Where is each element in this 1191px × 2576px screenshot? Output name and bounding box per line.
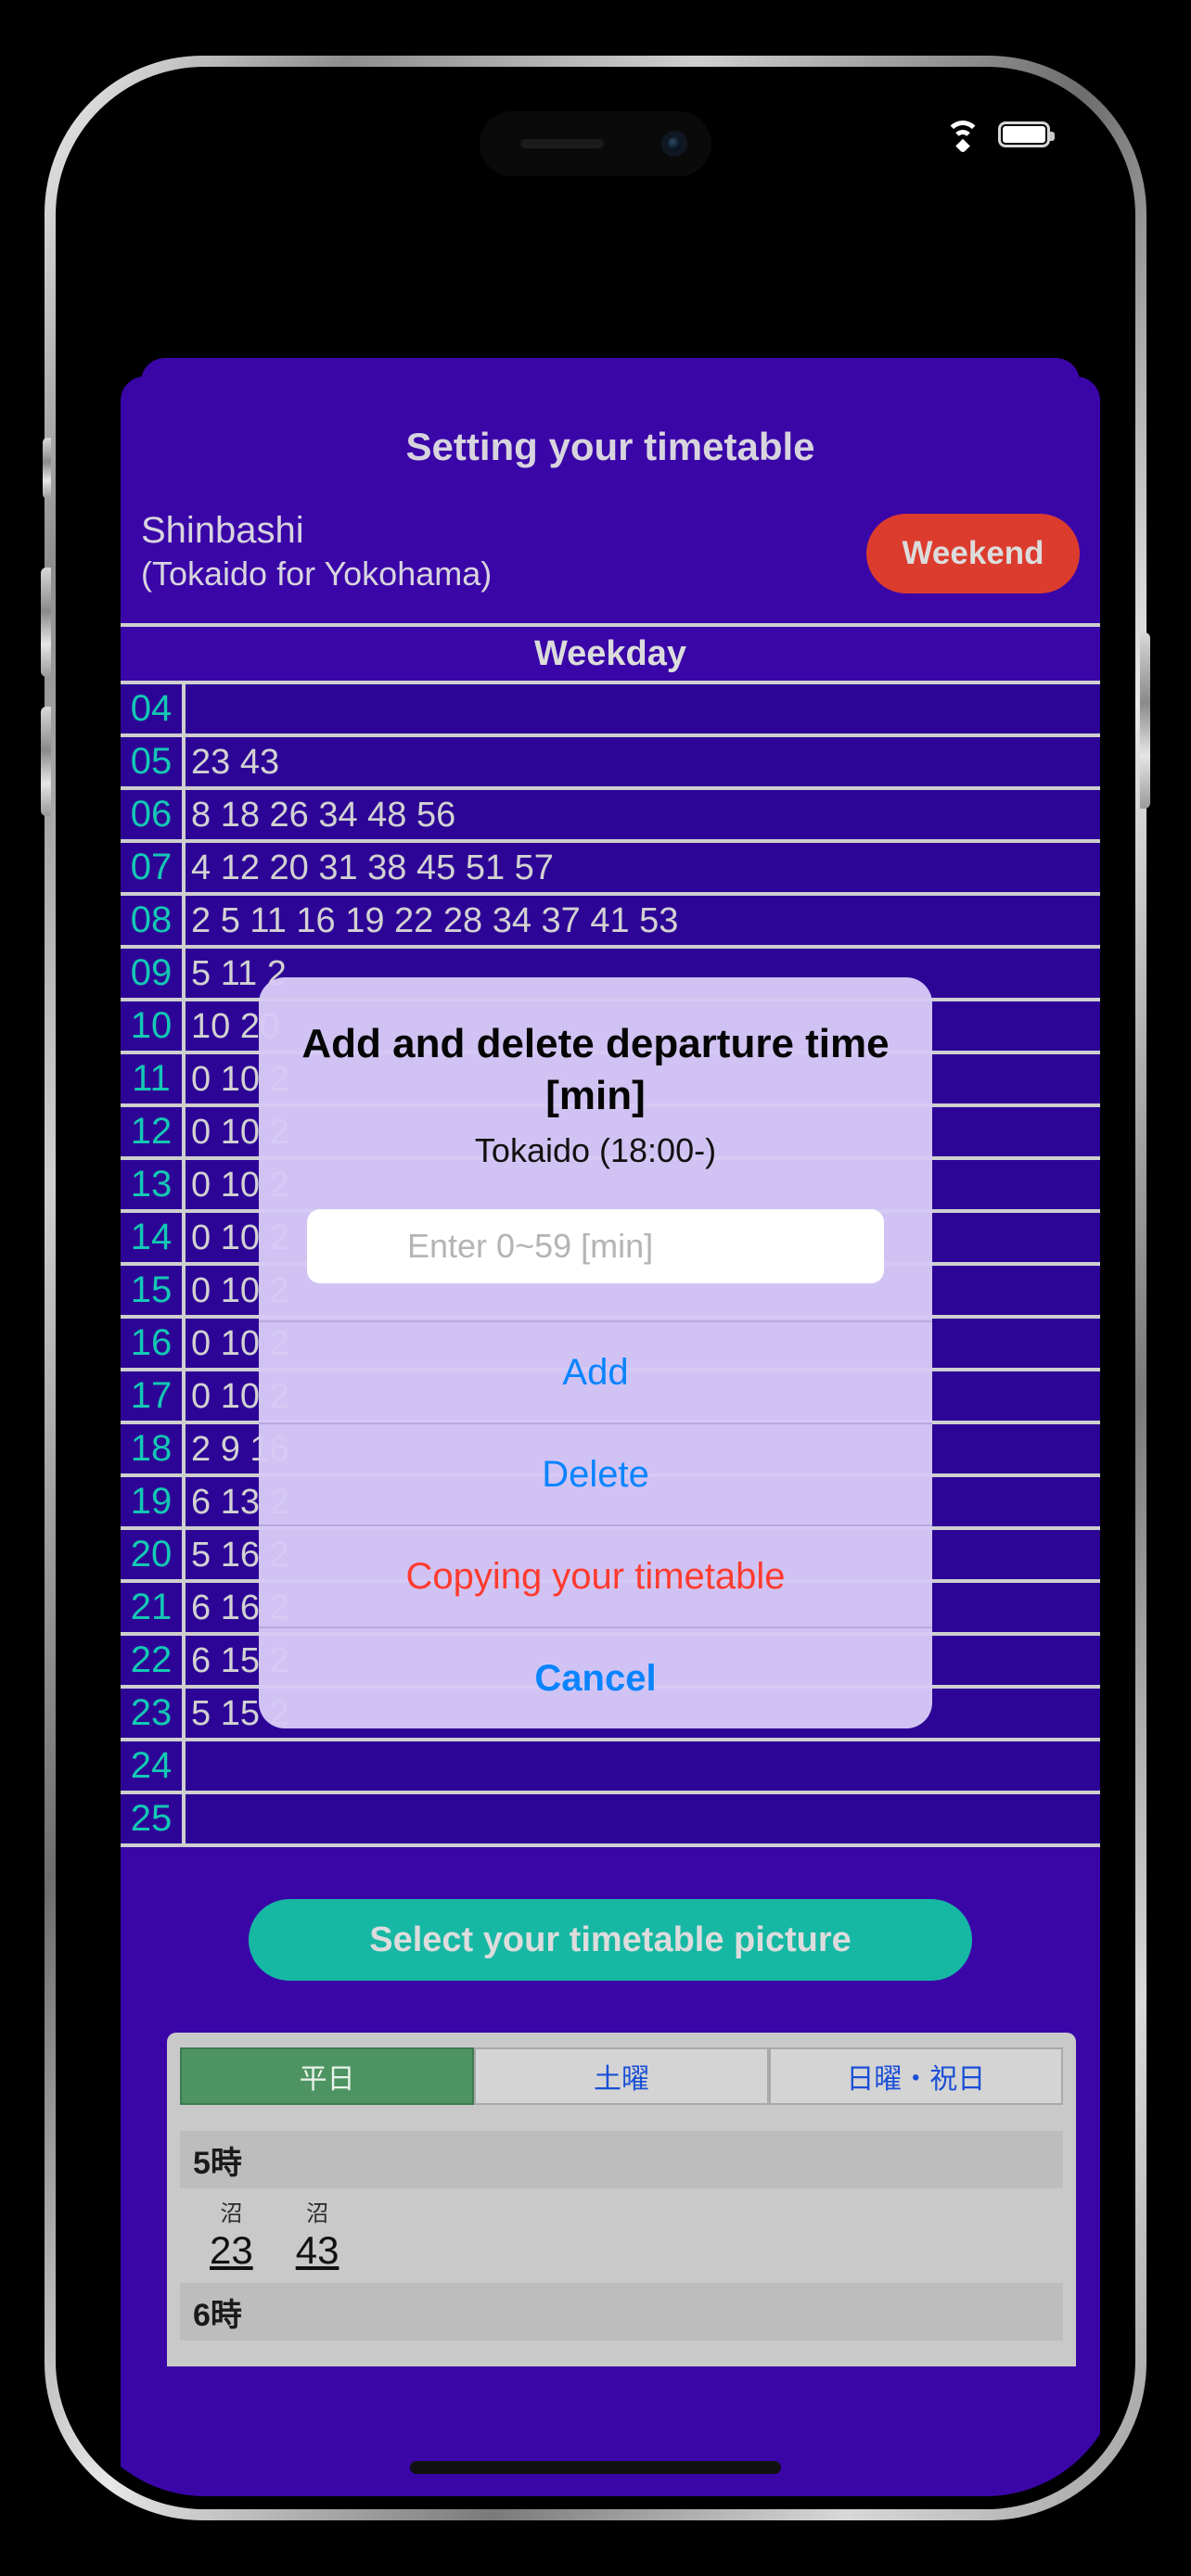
front-camera-icon xyxy=(661,131,687,157)
dialog-button-list: Add Delete Copying your timetable Cancel xyxy=(259,1320,932,1728)
status-bar xyxy=(69,80,1122,191)
dialog-overlay: Add and delete departure time [min] Toka… xyxy=(69,80,1122,2496)
volume-up-button[interactable] xyxy=(41,567,51,677)
dialog-input-container xyxy=(259,1170,932,1320)
power-button[interactable] xyxy=(1140,632,1150,809)
dialog-button-add[interactable]: Add xyxy=(259,1320,932,1422)
phone-device-frame: Setting your timetable Shinbashi (Tokaid… xyxy=(41,56,1150,2520)
silent-switch[interactable] xyxy=(43,438,51,499)
dialog-title: Add and delete departure time [min] xyxy=(301,1021,890,1118)
dialog-button-cancel[interactable]: Cancel xyxy=(259,1626,932,1728)
earpiece-speaker xyxy=(520,139,604,148)
home-indicator[interactable] xyxy=(410,2461,781,2474)
add-delete-departure-dialog: Add and delete departure time [min] Toka… xyxy=(259,977,932,1728)
volume-down-button[interactable] xyxy=(41,707,51,816)
phone-bezel: Setting your timetable Shinbashi (Tokaid… xyxy=(41,67,1150,2509)
wifi-icon xyxy=(942,119,983,154)
dynamic-island xyxy=(480,111,711,176)
battery-full-icon xyxy=(998,121,1055,147)
departure-minute-input[interactable] xyxy=(307,1209,884,1283)
dialog-button-delete[interactable]: Delete xyxy=(259,1422,932,1524)
dialog-button-copying-your-timetable[interactable]: Copying your timetable xyxy=(259,1524,932,1626)
status-bar-indicators xyxy=(942,119,1055,154)
phone-screen: Setting your timetable Shinbashi (Tokaid… xyxy=(69,80,1122,2496)
dialog-subtitle: Tokaido (18:00-) xyxy=(474,1131,717,1169)
